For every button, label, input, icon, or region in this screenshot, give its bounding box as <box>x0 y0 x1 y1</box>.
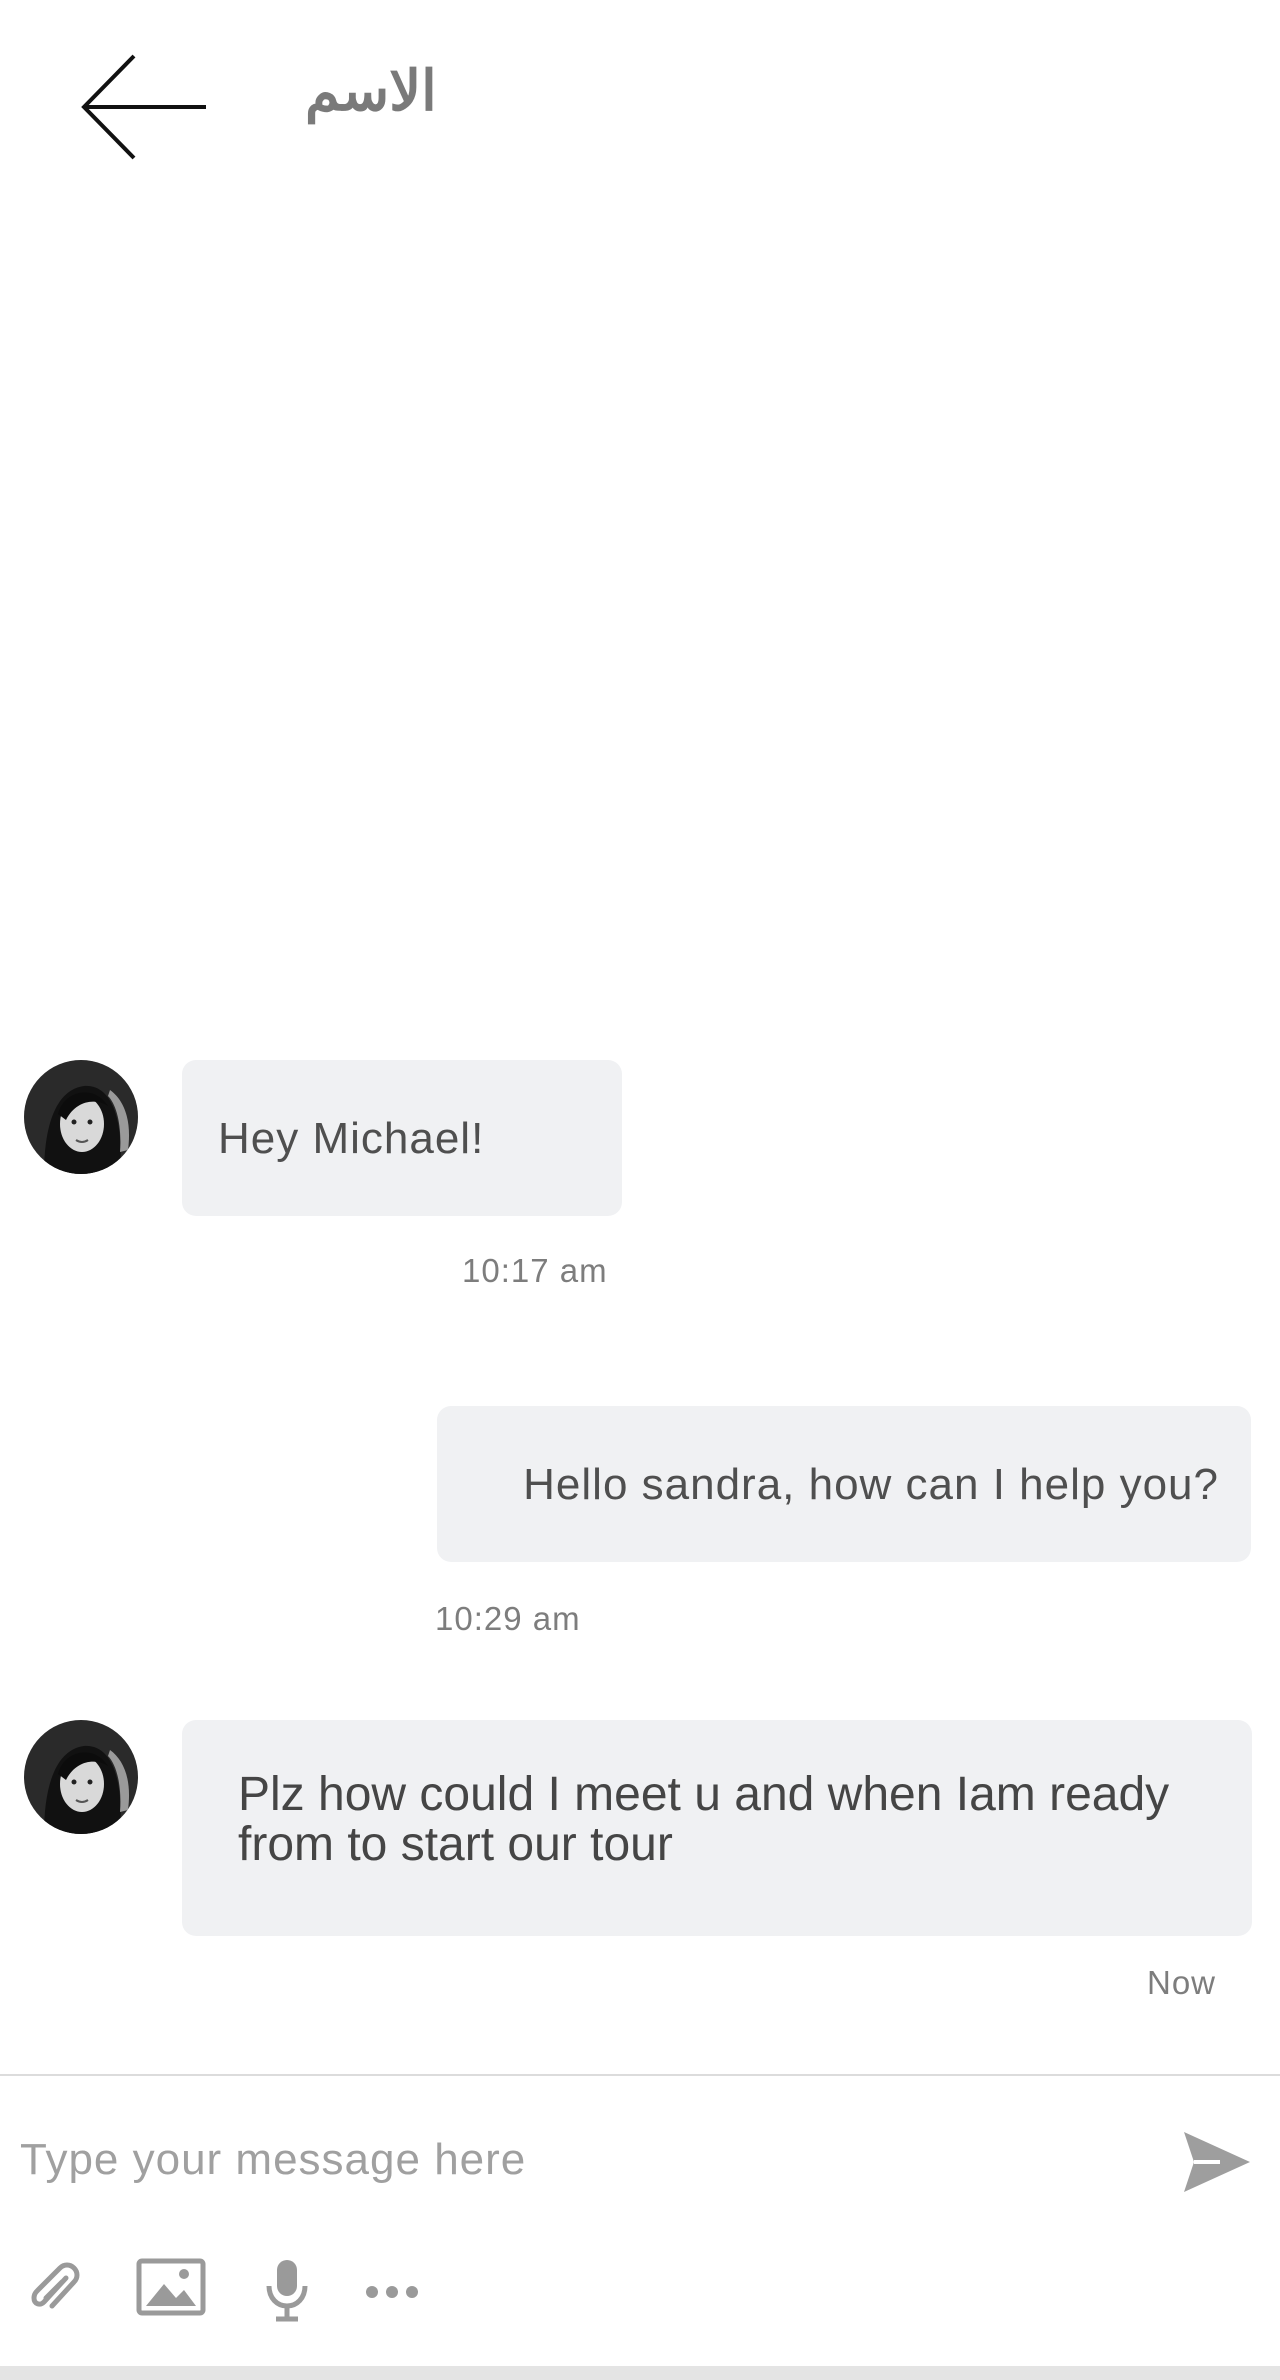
microphone-button[interactable] <box>262 2258 312 2322</box>
back-button[interactable] <box>78 50 208 160</box>
avatar-image <box>24 1720 138 1834</box>
page-title: الاسم <box>305 58 437 124</box>
image-button[interactable] <box>136 2258 206 2316</box>
chat-screen: الاسم Hey Michael! 10:17 am Hello sandra… <box>0 0 1280 2380</box>
avatar[interactable] <box>24 1720 138 1834</box>
avatar-image <box>24 1060 138 1174</box>
message-input[interactable] <box>20 2130 1120 2190</box>
message-bubble-incoming[interactable]: Plz how could I meet u and when Iam read… <box>182 1720 1252 1936</box>
more-icon <box>366 2286 418 2298</box>
message-text: Plz how could I meet u and when Iam read… <box>238 1768 1170 1871</box>
send-icon <box>1184 2132 1250 2192</box>
composer-divider <box>0 2074 1280 2076</box>
message-time: Now <box>1147 1964 1217 2001</box>
more-button[interactable] <box>364 2258 420 2320</box>
avatar[interactable] <box>24 1060 138 1174</box>
send-button[interactable] <box>1180 2128 1254 2196</box>
message-bubble-incoming[interactable]: Hey Michael! <box>182 1060 622 1216</box>
microphone-icon <box>266 2260 308 2322</box>
message-text: Hello sandra, how can I help you? <box>523 1460 1219 1509</box>
attach-button[interactable] <box>22 2258 84 2320</box>
image-icon <box>136 2258 206 2316</box>
message-time: 10:17 am <box>462 1252 608 1289</box>
message-bubble-outgoing[interactable]: Hello sandra, how can I help you? <box>437 1406 1251 1562</box>
message-time: 10:29 am <box>435 1600 581 1637</box>
bottom-bar <box>0 2366 1280 2380</box>
paperclip-icon <box>31 2262 80 2309</box>
message-text: Hey Michael! <box>218 1114 485 1163</box>
arrow-left-icon <box>81 54 206 160</box>
chat-header: الاسم <box>0 0 1280 215</box>
